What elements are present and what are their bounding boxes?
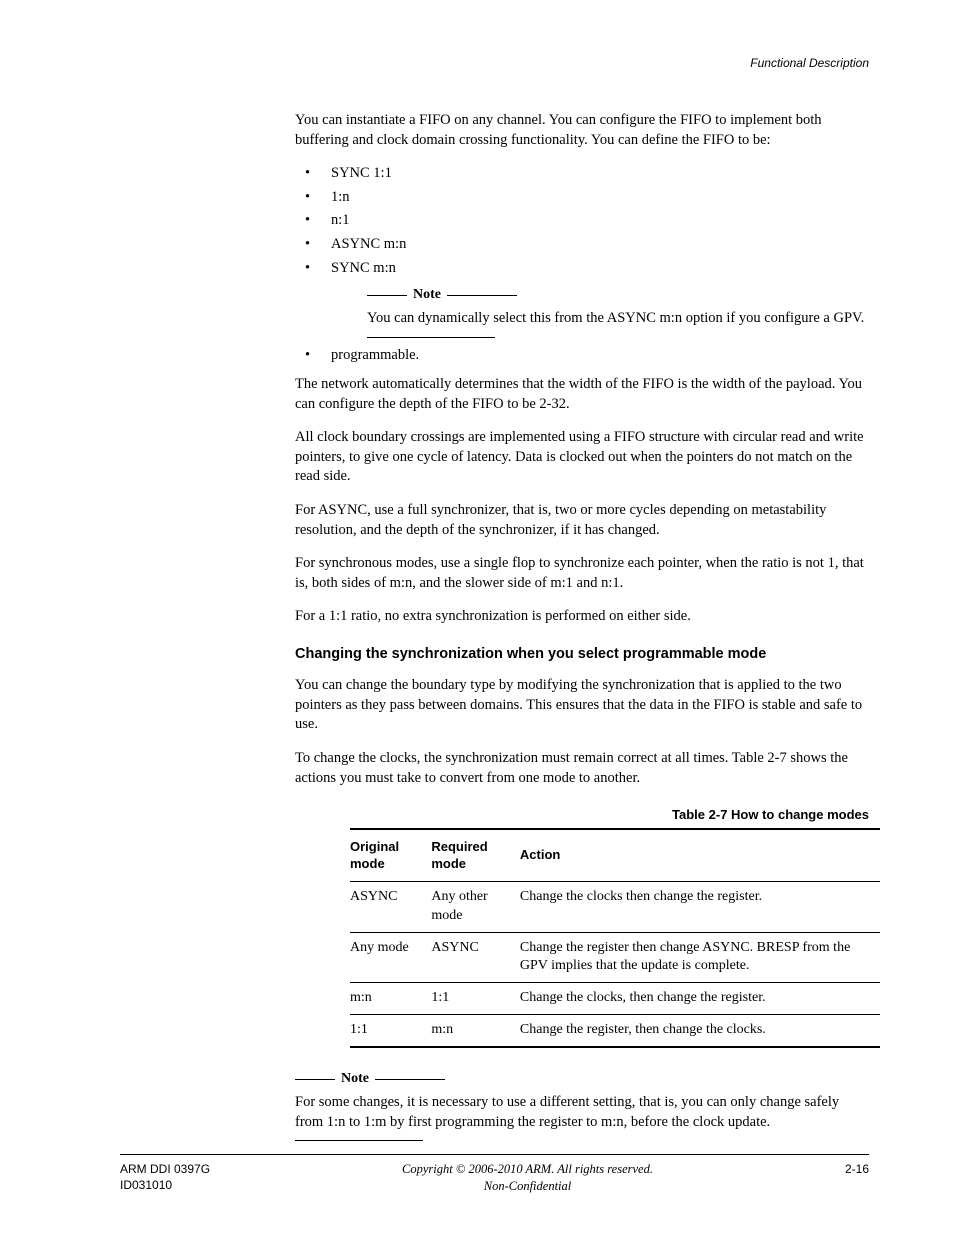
body-paragraph: For synchronous modes, use a single flop… (295, 554, 869, 593)
table-cell: Change the register then change ASYNC. B… (520, 932, 880, 983)
body-paragraph: You can change the boundary type by modi… (295, 676, 869, 735)
page-footer: ARM DDI 0397G ID031010 Copyright © 2006-… (120, 1154, 869, 1195)
rule-icon (447, 295, 517, 296)
note-header: Note (367, 286, 869, 305)
body-paragraph: The network automatically determines tha… (295, 375, 869, 414)
table-cell: ASYNC (431, 932, 520, 983)
table-header: Action (520, 829, 880, 882)
rule-icon (295, 1140, 423, 1141)
list-item: n:1 (295, 211, 869, 231)
table-row: Any mode ASYNC Change the register then … (350, 932, 880, 983)
list-item: ASYNC m:n (295, 235, 869, 255)
body-paragraph: To change the clocks, the synchronizatio… (295, 749, 869, 788)
fifo-mode-list: SYNC 1:1 1:n n:1 ASYNC m:n SYNC m:n Note… (295, 164, 869, 365)
table-cell: Any mode (350, 932, 431, 983)
running-header: Functional Description (120, 55, 869, 71)
list-item: SYNC m:n Note You can dynamically select… (295, 259, 869, 338)
table-cell: 1:1 (431, 983, 520, 1015)
intro-paragraph: You can instantiate a FIFO on any channe… (295, 111, 869, 150)
table-row: m:n 1:1 Change the clocks, then change t… (350, 983, 880, 1015)
note-block: Note For some changes, it is necessary t… (295, 1070, 869, 1141)
rule-icon (375, 1079, 445, 1080)
footer-left: ARM DDI 0397G ID031010 (120, 1161, 210, 1193)
section-heading: Changing the synchronization when you se… (295, 645, 869, 665)
table-caption: Table 2-7 How to change modes (295, 806, 869, 824)
footer-center: Copyright © 2006-2010 ARM. All rights re… (210, 1161, 845, 1195)
table-cell: m:n (431, 1015, 520, 1047)
table-cell: 1:1 (350, 1015, 431, 1047)
rule-icon (367, 337, 495, 338)
table-header: Required mode (431, 829, 520, 882)
note-label: Note (335, 1070, 375, 1089)
table-row: 1:1 m:n Change the register, then change… (350, 1015, 880, 1047)
note-block: Note You can dynamically select this fro… (367, 286, 869, 337)
table-cell: Change the clocks then change the regist… (520, 881, 880, 932)
body-paragraph: All clock boundary crossings are impleme… (295, 428, 869, 487)
table-cell: Change the clocks, then change the regis… (520, 983, 880, 1015)
note-text: You can dynamically select this from the… (367, 309, 869, 329)
doc-id: ARM DDI 0397G (120, 1161, 210, 1177)
table-cell: ASYNC (350, 881, 431, 932)
note-text: For some changes, it is necessary to use… (295, 1093, 869, 1132)
list-item-label: SYNC m:n (331, 260, 396, 276)
body-paragraph: For a 1:1 ratio, no extra synchronizatio… (295, 607, 869, 627)
rule-icon (295, 1079, 335, 1080)
page-content: You can instantiate a FIFO on any channe… (295, 111, 869, 1141)
doc-revision: ID031010 (120, 1177, 210, 1193)
table-header-row: Original mode Required mode Action (350, 829, 880, 882)
note-header: Note (295, 1070, 869, 1089)
list-item: SYNC 1:1 (295, 164, 869, 184)
modes-table: Original mode Required mode Action ASYNC… (350, 828, 880, 1048)
table-cell: Any other mode (431, 881, 520, 932)
classification: Non-Confidential (210, 1178, 845, 1195)
table-cell: m:n (350, 983, 431, 1015)
copyright: Copyright © 2006-2010 ARM. All rights re… (210, 1161, 845, 1178)
list-item: programmable. (295, 346, 869, 366)
list-item: 1:n (295, 188, 869, 208)
rule-icon (367, 295, 407, 296)
body-paragraph: For ASYNC, use a full synchronizer, that… (295, 501, 869, 540)
table-cell: Change the register, then change the clo… (520, 1015, 880, 1047)
page-number: 2-16 (845, 1161, 869, 1177)
table-header: Original mode (350, 829, 431, 882)
note-label: Note (407, 286, 447, 305)
table-row: ASYNC Any other mode Change the clocks t… (350, 881, 880, 932)
